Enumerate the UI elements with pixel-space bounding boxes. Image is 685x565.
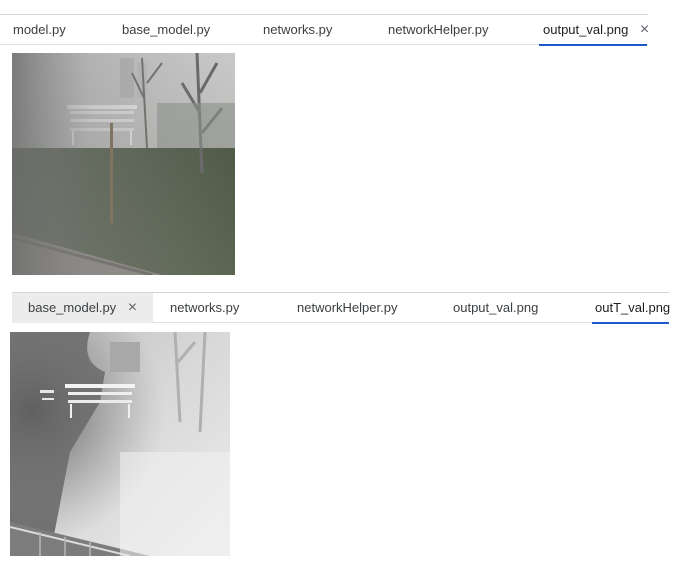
tab-label: networks.py [170, 300, 240, 315]
tab-label: base_model.py [28, 300, 117, 315]
image-preview-output-val [12, 53, 235, 275]
tab-networks-py[interactable]: networks.py [263, 15, 332, 45]
tab-networkhelper-py[interactable]: networkHelper.py [388, 15, 488, 45]
transmission-map-photo [10, 332, 230, 556]
close-icon[interactable]: × [128, 293, 137, 323]
tab-label: outT_val.png [595, 300, 671, 315]
tab-label: networkHelper.py [388, 22, 489, 37]
top-tab-bar: model.py base_model.py networks.py netwo… [0, 14, 649, 46]
tab-label: networkHelper.py [297, 300, 398, 315]
bottom-tab-bar: base_model.py × networks.py networkHelpe… [12, 292, 671, 324]
image-preview-outt-val [10, 332, 230, 556]
tab-model-py[interactable]: model.py [13, 15, 66, 45]
tab-label: output_val.png [543, 22, 629, 37]
tab-networks-py[interactable]: networks.py [170, 293, 239, 323]
tab-output-val-png[interactable]: output_val.png × [539, 15, 649, 46]
tab-outt-val-png[interactable]: outT_val.png [592, 293, 671, 324]
tab-output-val-png[interactable]: output_val.png [453, 293, 538, 323]
tab-label: networks.py [263, 22, 333, 37]
tab-label: output_val.png [453, 300, 539, 315]
tab-networkhelper-py[interactable]: networkHelper.py [297, 293, 397, 323]
tab-label: model.py [13, 22, 66, 37]
tab-base-model-py[interactable]: base_model.py [122, 15, 210, 45]
close-icon[interactable]: × [640, 15, 649, 45]
park-photo [12, 53, 235, 275]
tab-base-model-py[interactable]: base_model.py × [12, 293, 153, 323]
tab-label: base_model.py [122, 22, 211, 37]
